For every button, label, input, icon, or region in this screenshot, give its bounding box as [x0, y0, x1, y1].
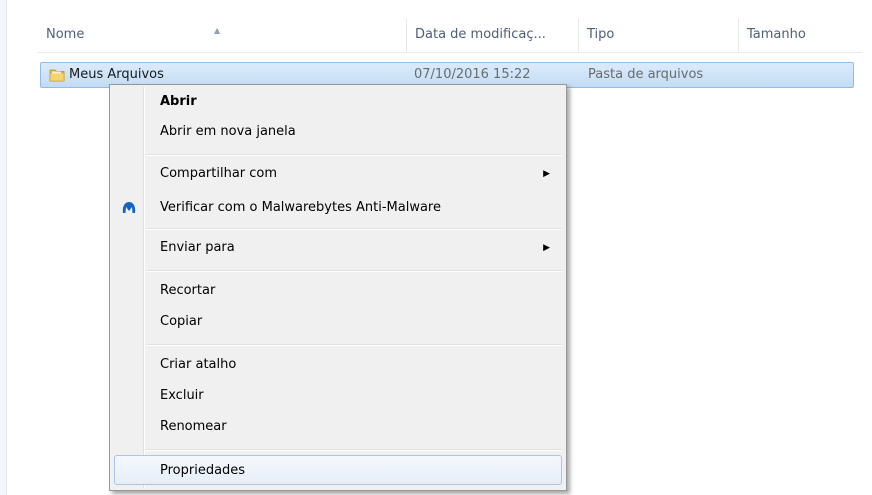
menu-item-label: Enviar para — [160, 240, 235, 255]
menu-item-label: Abrir — [160, 94, 197, 109]
menu-item-propriedades[interactable]: Propriedades — [114, 455, 562, 485]
menu-item-label: Compartilhar com — [160, 166, 278, 181]
folder-icon — [49, 69, 65, 82]
column-header-name-label: Nome — [46, 27, 85, 42]
menu-separator — [146, 344, 562, 346]
sort-ascending-icon: ▲ — [214, 26, 221, 35]
context-menu: Abrir Abrir em nova janela Compartilhar … — [109, 84, 567, 491]
menu-item-label: Excluir — [160, 388, 204, 403]
submenu-arrow-icon: ▶ — [543, 243, 550, 253]
menu-separator — [146, 154, 562, 156]
column-header-date[interactable]: Data de modificaç... — [407, 18, 579, 52]
menu-separator — [146, 270, 562, 272]
window-left-edge — [0, 0, 7, 495]
menu-item-criar-atalho[interactable]: Criar atalho — [112, 350, 564, 380]
column-header-date-label: Data de modificaç... — [415, 27, 546, 42]
menu-item-abrir[interactable]: Abrir — [112, 87, 564, 117]
menu-item-recortar[interactable]: Recortar — [112, 276, 564, 306]
column-header-name[interactable]: Nome ▲ — [38, 18, 407, 52]
column-header-type-label: Tipo — [587, 27, 615, 42]
menu-item-label: Criar atalho — [160, 357, 237, 372]
file-type: Pasta de arquivos — [588, 67, 704, 82]
column-header-size-label: Tamanho — [747, 27, 806, 42]
menu-item-malwarebytes[interactable]: Verificar com o Malwarebytes Anti-Malwar… — [112, 193, 564, 223]
menu-item-label: Recortar — [160, 283, 216, 298]
menu-item-abrir-nova-janela[interactable]: Abrir em nova janela — [112, 117, 564, 147]
submenu-arrow-icon: ▶ — [543, 169, 550, 179]
column-header-size[interactable]: Tamanho — [739, 18, 862, 52]
menu-item-copiar[interactable]: Copiar — [112, 307, 564, 337]
column-header-type[interactable]: Tipo — [579, 18, 739, 52]
menu-item-compartilhar-com[interactable]: Compartilhar com ▶ — [112, 159, 564, 189]
malwarebytes-icon — [122, 202, 136, 213]
menu-item-label: Abrir em nova janela — [160, 124, 296, 139]
column-header: Nome ▲ Data de modificaç... Tipo Tamanho — [38, 18, 862, 53]
menu-item-enviar-para[interactable]: Enviar para ▶ — [112, 233, 564, 263]
menu-separator — [146, 228, 562, 230]
menu-item-label: Verificar com o Malwarebytes Anti-Malwar… — [160, 200, 441, 215]
menu-item-label: Copiar — [160, 314, 203, 329]
menu-item-label: Renomear — [160, 419, 227, 434]
menu-item-excluir[interactable]: Excluir — [112, 381, 564, 411]
menu-item-label: Propriedades — [160, 463, 246, 478]
menu-item-renomear[interactable]: Renomear — [112, 412, 564, 442]
menu-separator — [146, 449, 562, 451]
